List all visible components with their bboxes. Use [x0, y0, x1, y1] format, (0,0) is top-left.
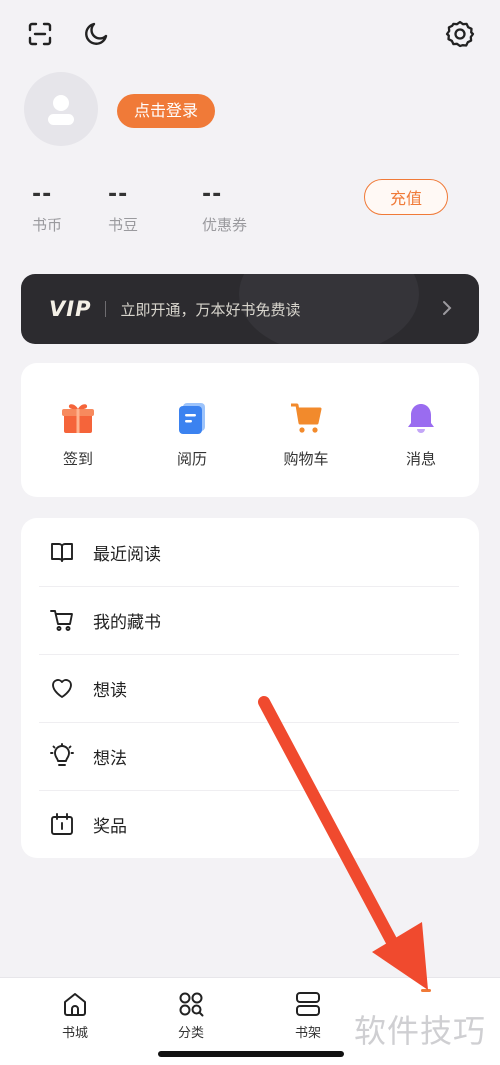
menu-item-label: 我的藏书 [93, 612, 161, 633]
tab-indicator [421, 989, 431, 992]
menu-item-prizes[interactable]: 奖品 [39, 790, 459, 858]
menu-item-label: 最近阅读 [93, 544, 161, 565]
menu-item-label: 想读 [93, 680, 127, 701]
quick-history[interactable]: 阅历 [147, 401, 237, 469]
watermark-text: 软件技巧 [354, 1012, 487, 1050]
moon-icon[interactable] [78, 16, 114, 52]
home-indicator [158, 1051, 344, 1057]
stat-beans[interactable]: -- 书豆 [108, 182, 138, 235]
gift-icon [61, 401, 95, 435]
shelf-icon [268, 990, 348, 1018]
home-icon [35, 990, 115, 1018]
vip-badge: VIP [49, 297, 92, 321]
tab-label: 书城 [61, 1026, 88, 1041]
vip-text: 立即开通，万本好书免费读 [120, 300, 301, 319]
tab-bookshelf[interactable]: 书架 [268, 990, 348, 1041]
menu-item-recent-reading[interactable]: 最近阅读 [39, 518, 459, 586]
quick-label: 签到 [62, 450, 93, 468]
vip-divider [105, 301, 107, 317]
tab-bookstore[interactable]: 书城 [35, 990, 115, 1041]
login-button[interactable]: 点击登录 [117, 94, 216, 128]
quick-label: 阅历 [176, 450, 207, 468]
menu-item-want-to-read[interactable]: 想读 [39, 654, 459, 722]
quick-messages[interactable]: 消息 [376, 401, 466, 469]
quick-actions-card: 签到 阅历 购物车 消息 [21, 363, 479, 497]
stat-label: 书币 [32, 216, 63, 234]
stat-label: 优惠券 [202, 216, 248, 234]
quick-label: 购物车 [283, 450, 329, 468]
stat-coupons[interactable]: -- 优惠券 [202, 182, 247, 235]
recharge-button[interactable]: 充值 [364, 179, 448, 215]
heart-icon [49, 675, 75, 701]
menu-card: 最近阅读 我的藏书 想读 想法 奖品 [21, 518, 479, 858]
menu-item-ideas[interactable]: 想法 [39, 722, 459, 790]
tab-label: 分类 [177, 1026, 204, 1041]
vip-banner[interactable]: VIP 立即开通，万本好书免费读 [21, 274, 479, 344]
stat-coins[interactable]: -- 书币 [32, 182, 62, 235]
quick-label: 消息 [405, 450, 436, 468]
menu-item-label: 奖品 [93, 816, 127, 837]
stat-label: 书豆 [108, 216, 139, 234]
tab-label: 书架 [294, 1026, 321, 1041]
stat-value: -- [108, 182, 129, 207]
book-open-icon [49, 539, 75, 565]
stat-value: -- [32, 182, 53, 207]
scan-icon[interactable] [22, 16, 58, 52]
tab-category[interactable]: 分类 [151, 990, 231, 1041]
avatar[interactable] [24, 72, 98, 146]
prize-box-icon [49, 811, 75, 837]
category-icon [151, 990, 231, 1018]
quick-checkin[interactable]: 签到 [33, 401, 123, 469]
gear-icon[interactable] [442, 16, 478, 52]
quick-cart[interactable]: 购物车 [261, 401, 351, 469]
notebook-icon [175, 401, 209, 435]
bell-icon [404, 401, 438, 435]
stat-value: -- [202, 182, 223, 207]
menu-item-label: 想法 [93, 748, 127, 769]
cart-outline-icon [49, 607, 75, 633]
cart-icon [289, 401, 323, 435]
top-bar [0, 0, 500, 70]
lightbulb-icon [49, 743, 75, 769]
menu-item-my-collection[interactable]: 我的藏书 [39, 586, 459, 654]
chevron-right-icon [441, 298, 453, 322]
